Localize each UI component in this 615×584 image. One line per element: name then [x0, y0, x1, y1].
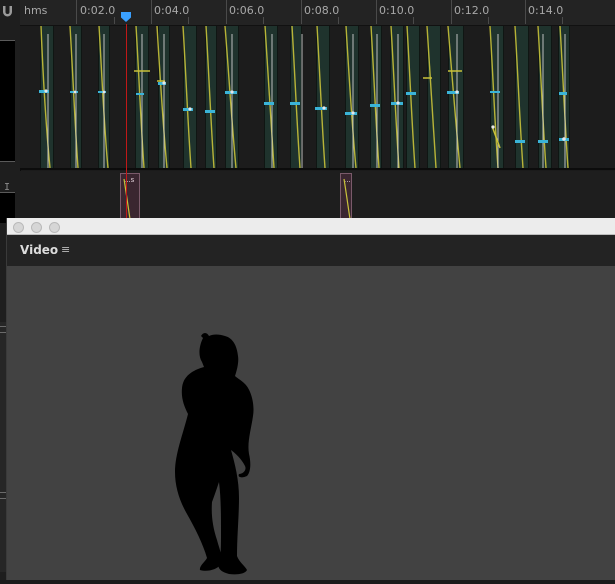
video-viewport[interactable] [7, 266, 615, 580]
video-panel-title: Video [20, 243, 59, 257]
clip-curve-overlay [123, 178, 351, 219]
video-window: Video ≡ [6, 218, 615, 580]
ruler-tick-label: 0:02.0 [80, 4, 116, 17]
curve-overlay [39, 26, 569, 168]
ruler-tick-label: 0:10.0 [379, 4, 415, 17]
ruler-tick-label: 0:06.0 [229, 4, 265, 17]
ruler-tick-label: 0:08.0 [304, 4, 340, 17]
ruler-tick-label: 0:04.0 [154, 4, 190, 17]
magnet-icon[interactable] [1, 4, 14, 17]
clip-track[interactable]: ...s ... [20, 171, 615, 221]
ruler-tick-label: 0:12.0 [454, 4, 490, 17]
track-header-panel [0, 40, 15, 162]
ruler-tick-label: 0:14.0 [528, 4, 564, 17]
animation-curve-track[interactable] [20, 26, 615, 170]
character-silhouette [175, 333, 254, 575]
zoom-window-button[interactable] [49, 222, 60, 233]
close-window-button[interactable] [13, 222, 24, 233]
minimize-window-button[interactable] [31, 222, 42, 233]
ruler-unit-label: hms [24, 4, 48, 17]
window-titlebar[interactable] [7, 218, 615, 235]
hamburger-menu-icon[interactable]: ≡ [61, 243, 70, 256]
time-ruler[interactable]: hms 0:02.0 0:04.0 0:06.0 0:08.0 0:10.0 0… [20, 0, 615, 26]
video-panel-header: Video ≡ [7, 235, 615, 266]
playhead-line [126, 24, 127, 220]
